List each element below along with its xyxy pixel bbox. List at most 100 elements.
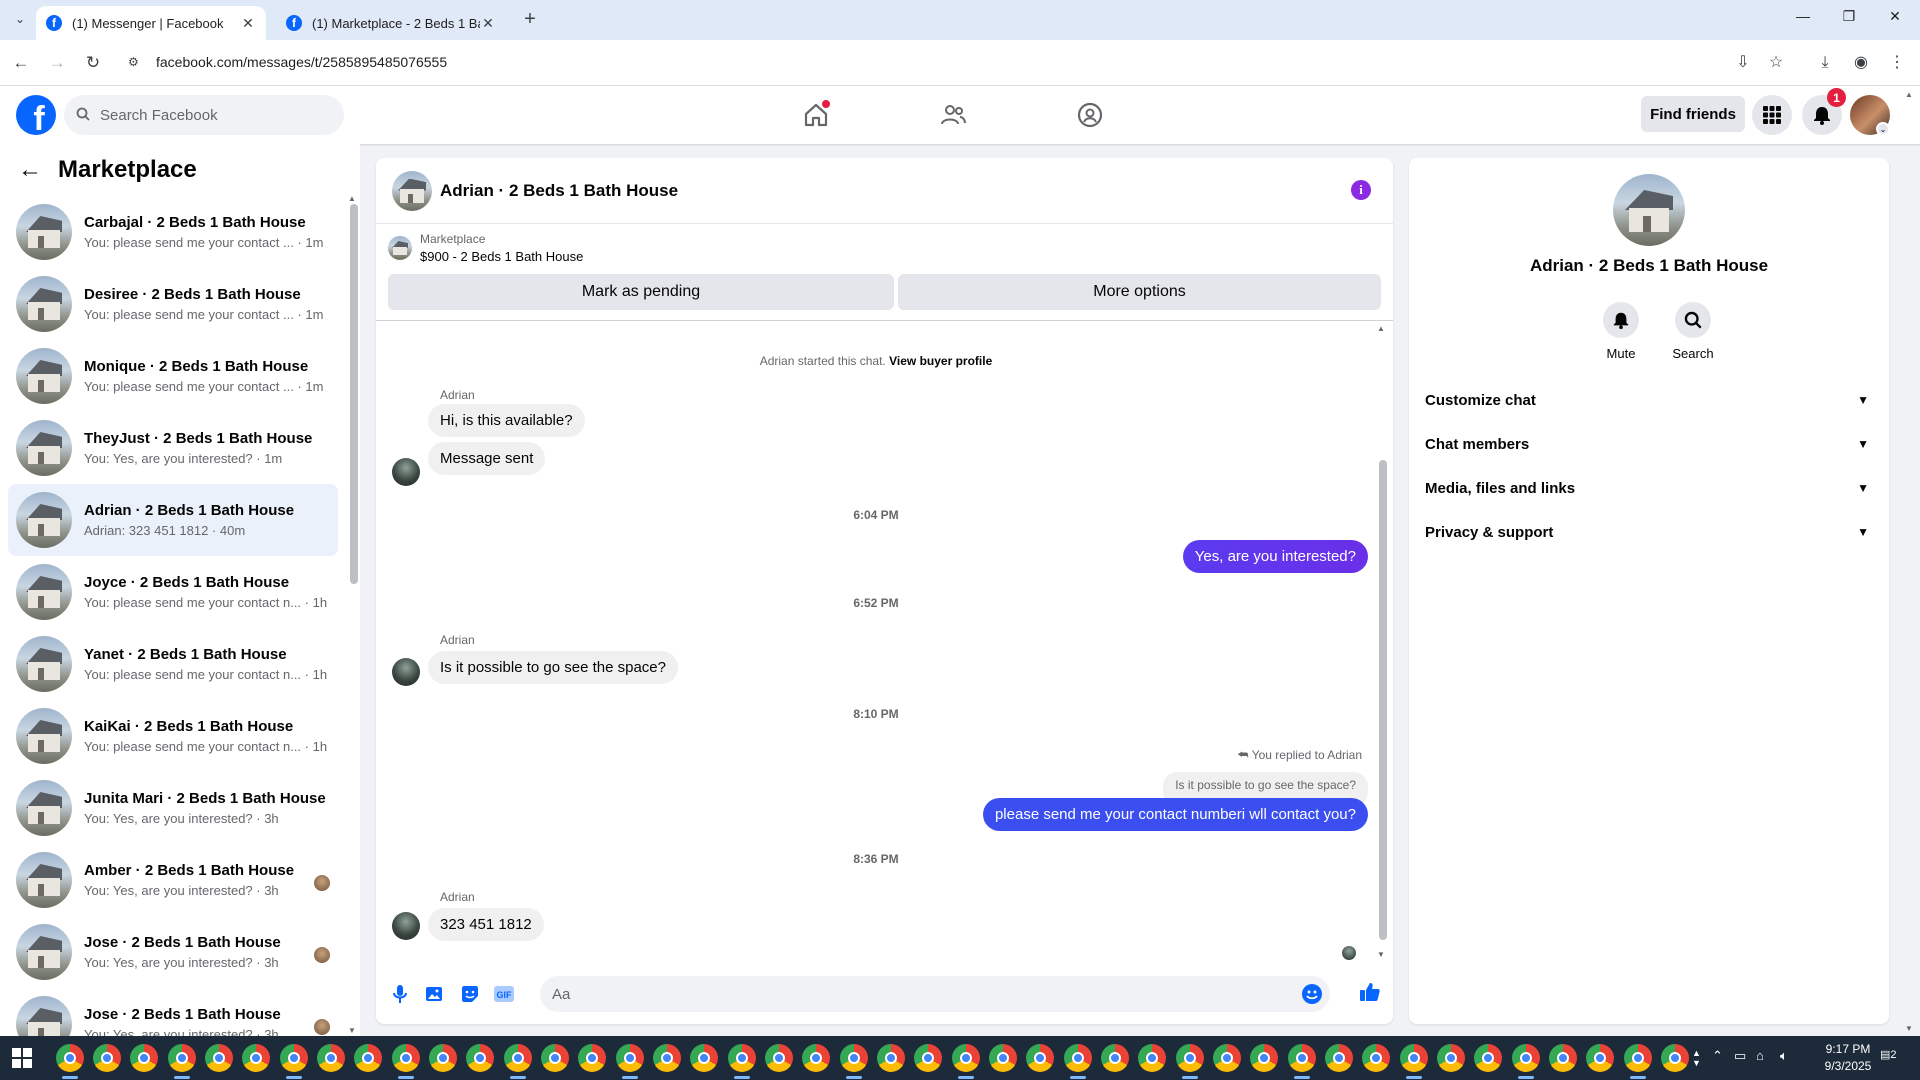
sidebar-scrollbar[interactable] xyxy=(350,204,358,584)
sticker-icon[interactable] xyxy=(458,982,482,1006)
privacy-support-section[interactable]: Privacy & support ▼ xyxy=(1425,514,1873,550)
conversation-item[interactable]: Jose · 2 Beds 1 Bath House You: Yes, are … xyxy=(8,916,338,988)
taskbar-clock[interactable]: 9:17 PM 9/3/2025 xyxy=(1813,1041,1883,1075)
taskbar-browser-icon[interactable] xyxy=(728,1044,756,1079)
new-tab-button[interactable]: + xyxy=(520,9,540,30)
page-scroll-down-arrow-icon[interactable]: ▼ xyxy=(1905,1024,1913,1033)
emoji-icon[interactable] xyxy=(1302,984,1322,1004)
page-scroll-up-arrow-icon[interactable]: ▲ xyxy=(1905,90,1913,99)
taskbar-browser-icon[interactable] xyxy=(354,1044,382,1072)
mark-as-pending-button[interactable]: Mark as pending xyxy=(388,274,894,310)
taskbar-browser-icon[interactable] xyxy=(1101,1044,1129,1072)
taskbar-browser-icon[interactable] xyxy=(1064,1044,1092,1079)
taskbar-browser-icon[interactable] xyxy=(1250,1044,1278,1072)
media-files-links-section[interactable]: Media, files and links ▼ xyxy=(1425,470,1873,506)
taskbar-browser-icon[interactable] xyxy=(280,1044,308,1079)
profile-icon[interactable]: ◉ xyxy=(1850,52,1872,74)
account-chevron-icon[interactable]: ⌄ xyxy=(1876,122,1890,136)
taskbar-browser-icon[interactable] xyxy=(392,1044,420,1079)
url-field[interactable]: facebook.com/messages/t/2585895485076555 xyxy=(156,54,447,70)
browser-tab-marketplace[interactable]: f (1) Marketplace - 2 Beds 1 Bath ✕ xyxy=(276,6,506,40)
photo-icon[interactable] xyxy=(422,982,446,1006)
tray-scroll-icon[interactable]: ▲ ▼ xyxy=(1692,1048,1701,1068)
search-input[interactable] xyxy=(100,106,320,124)
chat-scroll-down-arrow-icon[interactable]: ▼ xyxy=(1377,950,1385,959)
conversation-item[interactable]: Jose · 2 Beds 1 Bath House You: Yes, are … xyxy=(8,988,338,1036)
conversation-item[interactable]: Monique · 2 Beds 1 Bath House You: please… xyxy=(8,340,338,412)
mute-button[interactable]: Mute xyxy=(1591,302,1651,361)
conversation-item[interactable]: Desiree · 2 Beds 1 Bath House You: please… xyxy=(8,268,338,340)
taskbar-browser-icon[interactable] xyxy=(56,1044,84,1079)
friends-nav[interactable] xyxy=(893,86,1013,144)
forward-button[interactable]: → xyxy=(46,52,68,74)
incoming-message[interactable]: Hi, is this available? xyxy=(428,404,585,437)
conversation-item[interactable]: Yanet · 2 Beds 1 Bath House You: please s… xyxy=(8,628,338,700)
back-button[interactable]: ← xyxy=(10,52,32,74)
taskbar-browser-icon[interactable] xyxy=(1176,1044,1204,1079)
taskbar-browser-icon[interactable] xyxy=(1362,1044,1390,1072)
taskbar-browser-icon[interactable] xyxy=(1325,1044,1353,1072)
taskbar-browser-icon[interactable] xyxy=(466,1044,494,1072)
close-tab-icon[interactable]: ✕ xyxy=(480,15,496,32)
taskbar-browser-icon[interactable] xyxy=(1213,1044,1241,1072)
taskbar-browser-icon[interactable] xyxy=(653,1044,681,1072)
taskbar-browser-icon[interactable] xyxy=(1026,1044,1054,1072)
taskbar-browser-icon[interactable] xyxy=(1474,1044,1502,1072)
taskbar-browser-icon[interactable] xyxy=(93,1044,121,1072)
install-app-icon[interactable]: ⇩ xyxy=(1732,52,1754,74)
taskbar-browser-icon[interactable] xyxy=(1138,1044,1166,1072)
scroll-up-arrow-icon[interactable]: ▲ xyxy=(348,194,356,203)
incoming-message[interactable]: 323 451 1812 xyxy=(428,908,544,941)
conversation-item[interactable]: KaiKai · 2 Beds 1 Bath House You: please … xyxy=(8,700,338,772)
facebook-logo[interactable]: f xyxy=(16,95,56,135)
groups-nav[interactable] xyxy=(1030,86,1150,144)
taskbar-browser-icon[interactable] xyxy=(130,1044,158,1072)
taskbar-browser-icon[interactable] xyxy=(616,1044,644,1079)
notification-center-icon[interactable]: ▤2 xyxy=(1880,1048,1902,1068)
listing-summary[interactable]: Marketplace $900 - 2 Beds 1 Bath House xyxy=(388,232,583,264)
sender-avatar[interactable] xyxy=(392,912,420,940)
sender-avatar[interactable] xyxy=(392,658,420,686)
sender-avatar[interactable] xyxy=(392,458,420,486)
downloads-icon[interactable]: ⤓ xyxy=(1814,52,1836,74)
close-tab-icon[interactable]: ✕ xyxy=(240,15,256,32)
outgoing-message[interactable]: please send me your contact numberi wll … xyxy=(982,798,1368,831)
view-buyer-profile-link[interactable]: View buyer profile xyxy=(889,354,992,368)
taskbar-browser-icon[interactable] xyxy=(1586,1044,1614,1072)
info-listing-thumbnail[interactable] xyxy=(1613,174,1685,246)
taskbar-browser-icon[interactable] xyxy=(205,1044,233,1072)
search-chat-button[interactable]: Search xyxy=(1663,302,1723,361)
taskbar-browser-icon[interactable] xyxy=(1624,1044,1652,1079)
taskbar-browser-icon[interactable] xyxy=(877,1044,905,1072)
incoming-message[interactable]: Message sent xyxy=(428,442,546,475)
conversation-item[interactable]: Joyce · 2 Beds 1 Bath House You: please s… xyxy=(8,556,338,628)
message-input[interactable] xyxy=(552,985,1252,1003)
taskbar-browser-icon[interactable] xyxy=(578,1044,606,1072)
taskbar-browser-icon[interactable] xyxy=(1288,1044,1316,1079)
conversation-item[interactable]: Amber · 2 Beds 1 Bath House You: Yes, are… xyxy=(8,844,338,916)
home-nav[interactable] xyxy=(756,86,876,144)
incoming-message[interactable]: Is it possible to go see the space? xyxy=(428,651,678,684)
info-icon[interactable]: i xyxy=(1351,180,1371,200)
menu-grid-button[interactable] xyxy=(1752,95,1792,135)
close-window-button[interactable]: ✕ xyxy=(1880,8,1910,32)
chat-listing-thumbnail[interactable] xyxy=(392,170,432,211)
network-icon[interactable]: ⌂ xyxy=(1756,1048,1764,1063)
taskbar-browser-icon[interactable] xyxy=(1400,1044,1428,1079)
taskbar-browser-icon[interactable] xyxy=(429,1044,457,1072)
tab-search-icon[interactable]: ⌄ xyxy=(10,12,30,28)
taskbar-browser-icon[interactable] xyxy=(168,1044,196,1079)
taskbar-browser-icon[interactable] xyxy=(1437,1044,1465,1072)
windows-start-icon[interactable] xyxy=(12,1048,32,1068)
chat-scrollbar[interactable] xyxy=(1379,460,1387,940)
taskbar-browser-icon[interactable] xyxy=(952,1044,980,1079)
tray-app-icon[interactable]: ▭ xyxy=(1734,1048,1746,1064)
conversation-item[interactable]: Adrian · 2 Beds 1 Bath House Adrian: 323 … xyxy=(8,484,338,556)
chat-scroll-up-arrow-icon[interactable]: ▲ xyxy=(1377,324,1385,333)
message-input-box[interactable] xyxy=(540,976,1330,1012)
bookmark-star-icon[interactable]: ☆ xyxy=(1765,52,1787,74)
taskbar-browser-icon[interactable] xyxy=(989,1044,1017,1072)
microphone-icon[interactable] xyxy=(388,982,412,1006)
more-options-button[interactable]: More options xyxy=(898,274,1381,310)
gif-icon[interactable]: GIF xyxy=(492,982,516,1006)
